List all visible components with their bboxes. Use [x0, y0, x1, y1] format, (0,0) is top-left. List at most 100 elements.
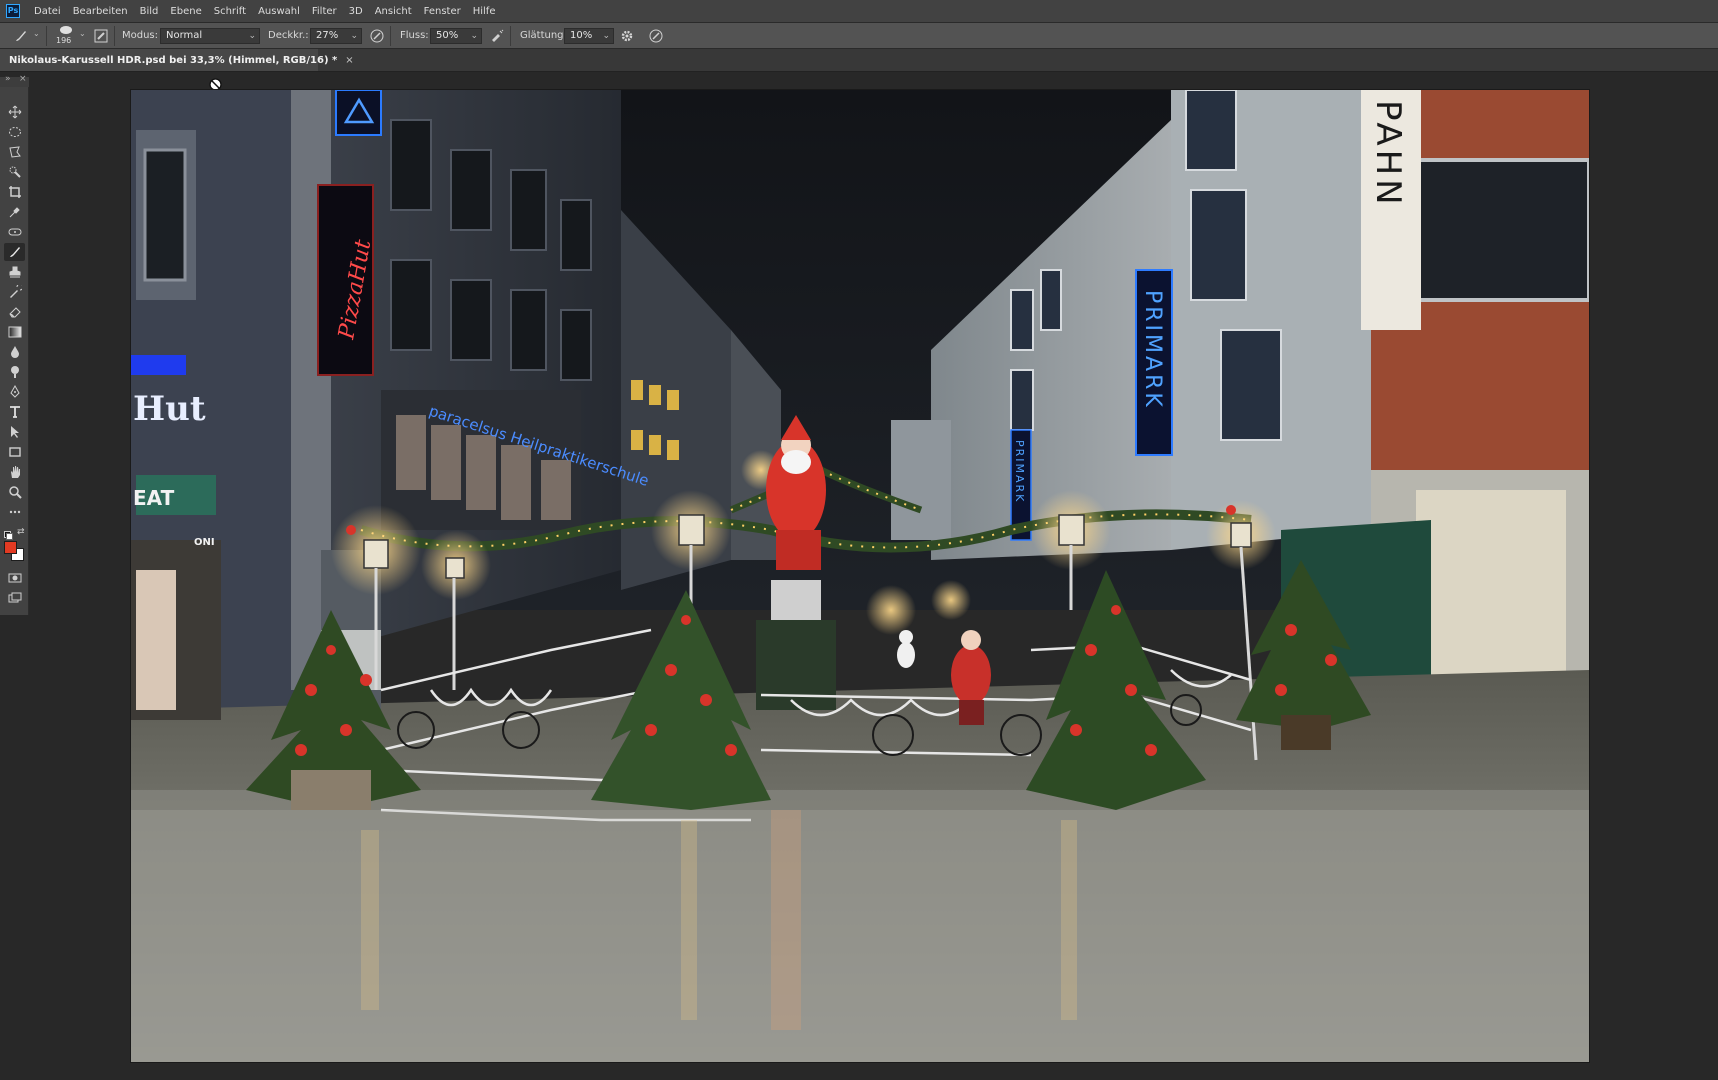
pressure-opacity-icon[interactable]: [368, 27, 386, 45]
bandage-icon: [8, 228, 21, 236]
cursor-arrow-icon: [10, 426, 19, 438]
menu-fenster[interactable]: Fenster: [424, 6, 461, 17]
rectangle-tool[interactable]: [4, 443, 25, 461]
droplet-icon: [10, 346, 19, 358]
brush-settings-panel-icon[interactable]: [92, 27, 110, 45]
swap-colors-icon[interactable]: ⇄: [17, 527, 25, 537]
polygon-lasso-icon: [8, 146, 21, 158]
collapse-icon[interactable]: »: [5, 74, 11, 84]
eraser-tool[interactable]: [4, 303, 25, 321]
primark-small-sign: PRIMARK: [1013, 440, 1026, 503]
menu-bearbeiten[interactable]: Bearbeiten: [73, 6, 128, 17]
healing-tool[interactable]: [4, 223, 25, 241]
brush-size-preset[interactable]: 196: [55, 25, 77, 47]
menu-hilfe[interactable]: Hilfe: [473, 6, 496, 17]
hand-icon: [10, 466, 20, 478]
history-brush-icon: [9, 285, 22, 298]
path-select-tool[interactable]: [4, 423, 25, 441]
chevron-down-icon[interactable]: ⌄: [79, 29, 86, 38]
document-tab-bar: Nikolaus-Karussell HDR.psd bei 33,3% (Hi…: [0, 49, 1718, 72]
brush-size-value: 196: [56, 36, 72, 45]
primark-large-sign: PRIMARK: [1140, 290, 1165, 410]
screen-mode-button[interactable]: [4, 589, 25, 607]
quick-mask-button[interactable]: [4, 569, 25, 587]
airbrush-icon[interactable]: [488, 27, 506, 45]
dodge-icon: [10, 366, 19, 378]
screen-mode-icon: [8, 592, 21, 603]
gear-icon[interactable]: [618, 27, 636, 45]
pressure-size-icon[interactable]: [647, 27, 665, 45]
eraser-icon: [8, 307, 21, 318]
chevron-down-icon: ⌄: [602, 31, 610, 41]
flow-value: 50%: [436, 30, 459, 41]
crop-icon: [8, 186, 21, 198]
hand-tool[interactable]: [4, 463, 25, 481]
christmas-market-photo: PizzaHut paracelsus Heilpraktikerschule …: [131, 90, 1589, 1062]
history-brush-tool[interactable]: [4, 283, 25, 301]
type-tool[interactable]: [4, 403, 25, 421]
marquee-tool[interactable]: [4, 123, 25, 141]
brush-tool-preset-icon[interactable]: [12, 27, 30, 45]
type-icon: [9, 406, 20, 418]
chevron-down-icon: ⌄: [470, 31, 478, 41]
dodge-tool[interactable]: [4, 363, 25, 381]
menu-datei[interactable]: Datei: [34, 6, 61, 17]
flow-input[interactable]: 50% ⌄: [430, 28, 482, 44]
opacity-input[interactable]: 27% ⌄: [310, 28, 362, 44]
document-tab[interactable]: Nikolaus-Karussell HDR.psd bei 33,3% (Hi…: [0, 49, 354, 71]
opacity-label: Deckkr.:: [268, 30, 309, 41]
smoothing-input[interactable]: 10% ⌄: [564, 28, 614, 44]
blur-tool[interactable]: [4, 343, 25, 361]
separator: [114, 26, 115, 46]
hut-partial-sign: Hut: [133, 389, 206, 429]
lasso-tool[interactable]: [4, 143, 25, 161]
chevron-down-icon: ⌄: [248, 31, 256, 41]
ellipse-marquee-icon: [8, 127, 21, 137]
menu-ansicht[interactable]: Ansicht: [375, 6, 412, 17]
toolbox-header[interactable]: » ×: [0, 74, 29, 87]
menu-auswahl[interactable]: Auswahl: [258, 6, 300, 17]
zoom-tool[interactable]: [4, 483, 25, 501]
mode-label: Modus:: [122, 30, 159, 41]
close-icon[interactable]: ×: [19, 74, 27, 84]
eat-partial-sign: EAT: [133, 486, 175, 510]
menu-bild[interactable]: Bild: [140, 6, 159, 17]
crop-tool[interactable]: [4, 183, 25, 201]
opacity-value: 27%: [316, 30, 339, 41]
chevron-down-icon: ⌄: [350, 31, 358, 41]
ellipsis-icon: [9, 510, 20, 514]
move-icon: [8, 105, 21, 119]
menu-bar: Ps Datei Bearbeiten Bild Ebene Schrift A…: [0, 0, 1718, 22]
default-colors-icon[interactable]: [4, 531, 13, 540]
brush-tool[interactable]: [4, 243, 25, 261]
stamp-tool[interactable]: [4, 263, 25, 281]
quick-mask-icon: [8, 573, 21, 583]
photoshop-logo: Ps: [6, 4, 20, 18]
foreground-color-swatch[interactable]: [4, 541, 17, 554]
eyedropper-tool[interactable]: [4, 203, 25, 221]
close-icon[interactable]: ×: [345, 55, 353, 66]
menu-ebene[interactable]: Ebene: [170, 6, 201, 17]
menu-schrift[interactable]: Schrift: [214, 6, 246, 17]
gradient-tool[interactable]: [4, 323, 25, 341]
zoom-icon: [8, 486, 22, 499]
quick-select-tool[interactable]: [4, 163, 25, 181]
eyedropper-icon: [9, 207, 20, 218]
toolbox: ⇄: [0, 87, 29, 615]
mode-select[interactable]: Normal ⌄: [160, 28, 260, 44]
separator: [390, 26, 391, 46]
separator: [510, 26, 511, 46]
more-tools[interactable]: [4, 503, 25, 521]
rectangle-icon: [8, 447, 21, 457]
flow-label: Fluss:: [400, 30, 429, 41]
mode-value: Normal: [166, 30, 203, 41]
brush-tip-icon: [60, 26, 72, 34]
document-canvas-image[interactable]: PizzaHut paracelsus Heilpraktikerschule …: [131, 90, 1589, 1062]
move-tool[interactable]: [4, 103, 25, 121]
pahn-sign: PAHN: [1368, 100, 1408, 209]
pen-tool[interactable]: [4, 383, 25, 401]
menu-filter[interactable]: Filter: [312, 6, 337, 17]
menu-3d[interactable]: 3D: [349, 6, 363, 17]
separator: [46, 26, 47, 46]
chevron-down-icon[interactable]: ⌄: [33, 29, 40, 38]
